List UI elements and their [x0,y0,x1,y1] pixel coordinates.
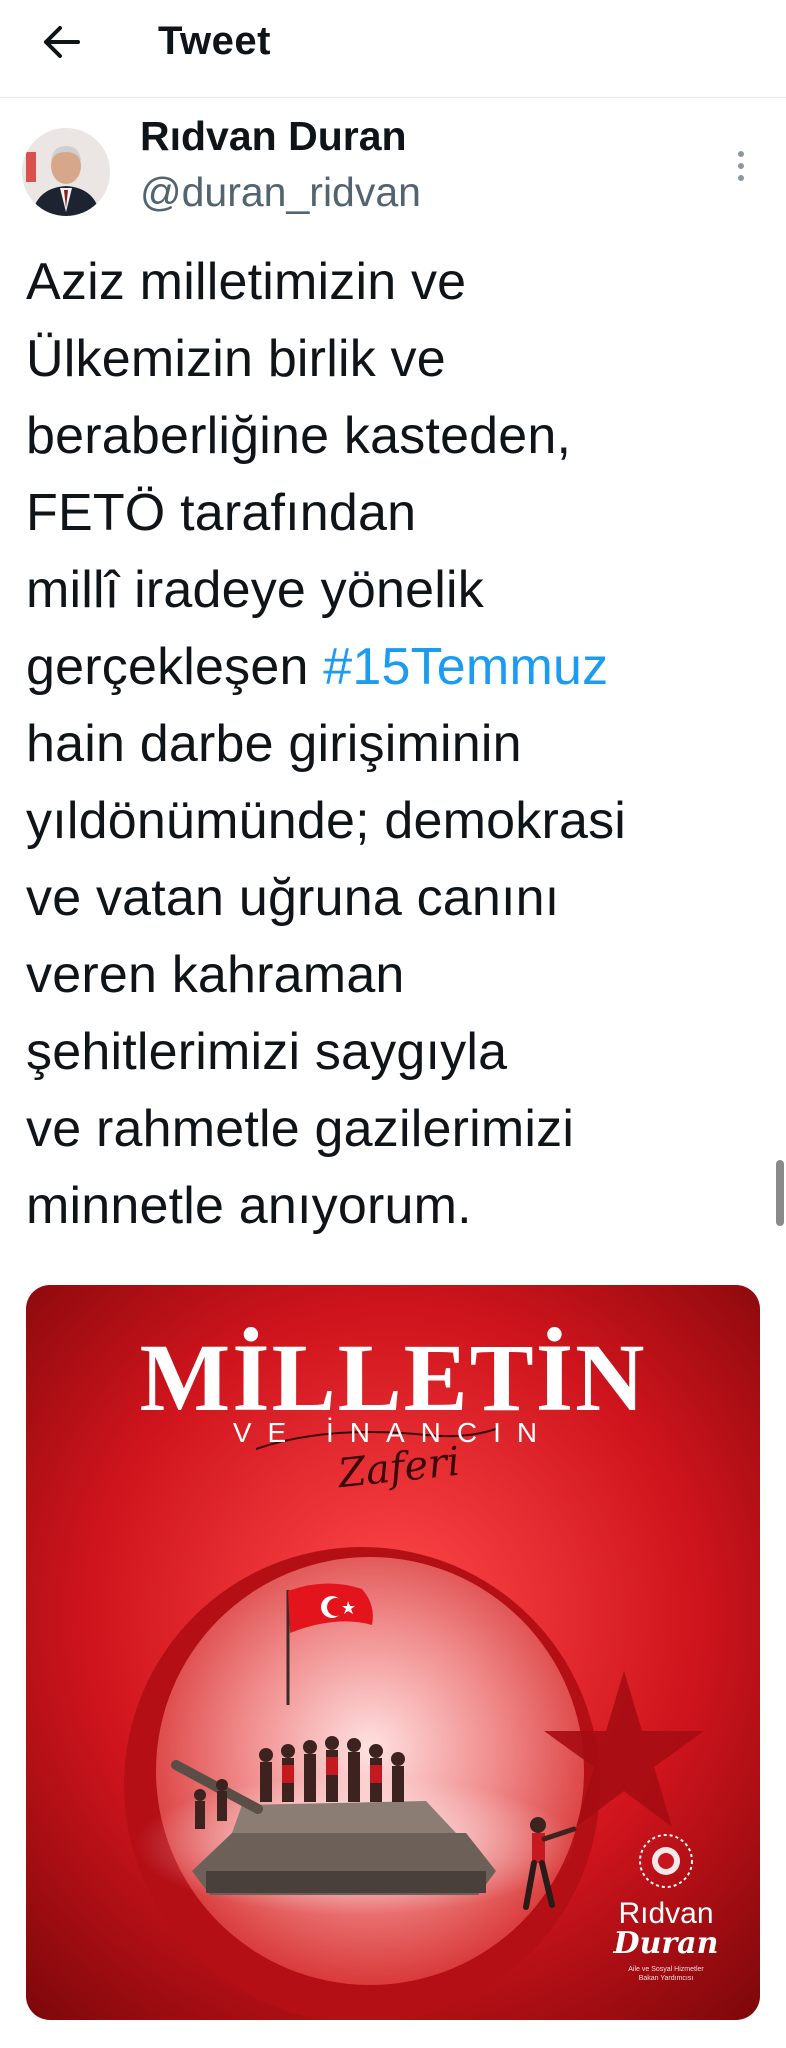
avatar-portrait-image [22,128,110,216]
tweet-text-segment: gerçekleşen [26,638,324,696]
tweet-line: Ülkemizin birlik ve [26,330,446,388]
brand-caption-line: Bakan Yardımcısı [638,1975,694,1982]
author-name[interactable]: Rıdvan Duran [140,110,407,162]
back-button[interactable] [30,14,94,70]
top-bar: Tweet [0,0,786,98]
tweet-line: minnetle anıyorum. [26,1177,472,1235]
page-title: Tweet [158,19,271,63]
tweet-text: Aziz milletimizin ve Ülkemizin birlik ve… [26,244,766,1245]
scrollbar-thumb[interactable] [776,1160,784,1226]
author-handle[interactable]: @duran_ridvan [140,166,421,218]
tweet-line: yıldönümünde; demokrasi [26,792,627,850]
tweet-line: veren kahraman [26,946,405,1004]
avatar[interactable] [22,128,110,216]
tweet-line: hain darbe girişiminin [26,715,522,773]
brand-caption: Aile ve Sosyal Hizmetler Bakan Yardımcıs… [598,1965,734,1983]
brand-caption-line: Aile ve Sosyal Hizmetler [628,1966,704,1973]
more-vertical-icon [738,151,744,181]
tweet-line: beraberliğine kasteden, [26,407,572,465]
tweet-line: ve vatan uğruna canını [26,869,560,927]
tweet-line: Aziz milletimizin ve [26,253,467,311]
arrow-left-icon [44,26,80,58]
tweet-line: FETÖ tarafından [26,484,417,542]
tweet-line: ve rahmetle gazilerimizi [26,1100,575,1158]
brand-surname: Duran [613,1926,719,1961]
tweet-line: gerçekleşen #15Temmuz [26,629,766,706]
tweet-line: şehitlerimizi saygıyla [26,1023,508,1081]
tweet-author: Rıdvan Duran @duran_ridvan [0,100,786,230]
tweet-line: millî iradeye yönelik [26,561,484,619]
more-options-button[interactable] [726,136,756,196]
hashtag-link[interactable]: #15Temmuz [323,638,608,696]
tweet-media-image[interactable]: MİLLETİN VE İNANCIN Zaferi Rıdvan Duran … [26,1285,760,2020]
